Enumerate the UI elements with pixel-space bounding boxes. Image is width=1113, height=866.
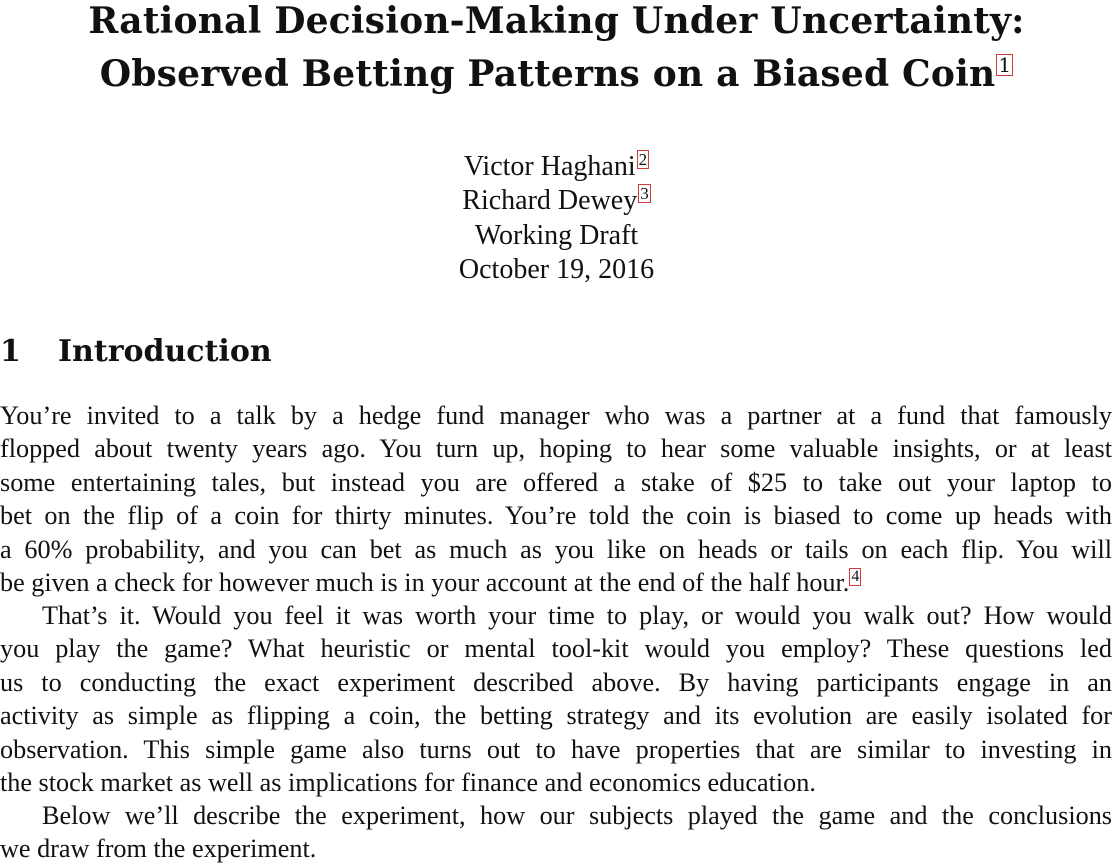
paragraph-1-footnote-link[interactable]: 4 <box>849 567 862 586</box>
paragraph-2-line: the stock market as well as implications… <box>0 767 816 797</box>
paragraph-1-line-text: be given a check for however much is in … <box>0 567 850 597</box>
paper-title-line-1: Rational Decision-Making Under Uncertain… <box>88 0 1025 42</box>
author-1: Victor Haghani 2 <box>0 150 1113 184</box>
title-footnote-link[interactable]: 1 <box>996 54 1014 76</box>
paragraph-2-line: That’s it. Would you feel it was worth y… <box>42 601 1112 630</box>
paragraph-2: That’s it. Would you feel it was worth y… <box>0 599 1112 799</box>
paragraph-2-line: us to conducting the exact experiment de… <box>0 667 1112 697</box>
section-heading: 1 Introduction <box>0 334 272 369</box>
author-2: Richard Dewey 3 <box>0 184 1113 218</box>
paragraph-1-line: bet on the flip of a coin for thirty min… <box>0 501 1112 531</box>
paragraph-3: Below we’ll describe the experiment, how… <box>0 799 1112 866</box>
draft-status: Working Draft <box>474 220 639 251</box>
paragraph-1-line: some entertaining tales, but instead you… <box>0 467 1112 497</box>
paragraph-3-line: Below we’ll describe the experiment, how… <box>42 801 1112 830</box>
section-number: 1 <box>0 334 21 369</box>
section-title: Introduction <box>58 334 272 369</box>
paper-title-line-2-text: Observed Betting Patterns on a Biased Co… <box>99 53 996 95</box>
paper-date: October 19, 2016 <box>458 254 655 285</box>
paper-title-line-2: Observed Betting Patterns on a Biased Co… <box>0 53 1113 95</box>
paragraph-1: You’re invited to a talk by a hedge fund… <box>0 399 1112 599</box>
paragraph-1-line: a 60% probability, and you can bet as mu… <box>0 534 1112 564</box>
author-1-name: Victor Haghani <box>463 151 636 182</box>
author-2-name: Richard Dewey <box>462 185 638 216</box>
paragraph-2-line: observation. This simple game also turns… <box>0 734 1112 764</box>
paragraph-2-line: you play the game? What heuristic or men… <box>0 634 1112 664</box>
paragraph-1-line: You’re invited to a talk by a hedge fund… <box>0 401 1112 430</box>
paragraph-1-line: flopped about twenty years ago. You turn… <box>0 434 1112 464</box>
paragraph-1-last-line: be given a check for however much is in … <box>0 566 1112 599</box>
author-1-footnote-link[interactable]: 2 <box>636 150 650 169</box>
paragraph-2-line: activity as simple as flipping a coin, t… <box>0 701 1112 731</box>
author-2-footnote-link[interactable]: 3 <box>638 184 651 203</box>
